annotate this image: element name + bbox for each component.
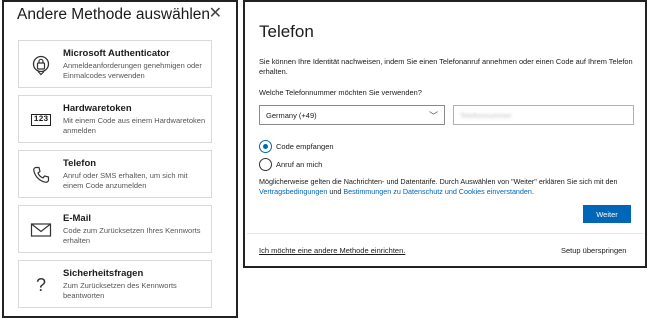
authenticator-lock-icon: [27, 51, 55, 79]
radio-button-checked[interactable]: [259, 140, 272, 153]
phone-number-placeholder: Telefonnummer: [460, 111, 512, 120]
footer-divider: [247, 233, 643, 234]
privacy-link[interactable]: Bestimmungen zu Datenschutz und Cookies …: [343, 187, 532, 196]
method-title: Microsoft Authenticator: [63, 48, 170, 59]
method-authenticator[interactable]: Microsoft Authenticator Anmeldeanforderu…: [18, 40, 212, 88]
phone-setup-dialog: Telefon Sie können Ihre Identität nachwe…: [243, 0, 647, 268]
other-method-link[interactable]: Ich möchte eine andere Methode einrichte…: [259, 246, 405, 255]
intro-text: Sie können Ihre Identität nachweisen, in…: [259, 57, 633, 76]
method-description: Zum Zurücksetzen des Kennworts beantwort…: [63, 281, 177, 300]
next-button[interactable]: Weiter: [583, 205, 631, 223]
method-description: Code zum Zurücksetzen Ihres Kennworts er…: [63, 226, 201, 245]
country-code-select[interactable]: Germany (+49) ﹀: [259, 105, 445, 125]
method-description: Anmeldeanforderungen genehmigen oder Ein…: [63, 61, 202, 80]
token-badge: 123: [30, 114, 52, 126]
method-email[interactable]: E-Mail Code zum Zurücksetzen Ihres Kennw…: [18, 205, 212, 253]
skip-setup-link[interactable]: Setup überspringen: [561, 246, 626, 255]
method-title: E-Mail: [63, 213, 91, 224]
question-icon: ?: [35, 274, 46, 295]
radio-label: Anruf an mich: [276, 160, 323, 169]
radio-label: Code empfangen: [276, 142, 334, 151]
terms-link[interactable]: Vertragsbedingungen: [259, 187, 327, 196]
method-title: Sicherheitsfragen: [63, 268, 144, 279]
page-title: Telefon: [259, 22, 314, 41]
method-title: Telefon: [63, 158, 97, 169]
method-hardware-token[interactable]: 123 Hardwaretoken Mit einem Code aus ein…: [18, 95, 212, 143]
hardware-token-icon: 123: [27, 106, 55, 134]
country-code-value: Germany (+49): [266, 111, 317, 120]
dialog-title: Andere Methode auswählen: [17, 6, 211, 23]
disclaimer-part: .: [531, 187, 534, 196]
close-icon[interactable]: ✕: [209, 5, 222, 23]
disclaimer-part: und: [327, 187, 344, 196]
disclaimer-text: Möglicherweise gelten die Nachrichten- u…: [259, 177, 639, 197]
method-description: Anruf oder SMS erhalten, um sich mit ein…: [63, 171, 188, 190]
method-description: Mit einem Code aus einem Hardwaretoken a…: [63, 116, 206, 135]
phone-icon: [27, 161, 55, 189]
mail-icon: [27, 216, 55, 244]
choose-method-dialog: Andere Methode auswählen ✕ Microsoft Aut…: [2, 0, 238, 318]
phone-number-input[interactable]: Telefonnummer: [453, 105, 634, 125]
disclaimer-part: Möglicherweise gelten die Nachrichten- u…: [259, 177, 618, 186]
method-title: Hardwaretoken: [63, 103, 132, 114]
chevron-down-icon: ﹀: [428, 111, 438, 121]
radio-button[interactable]: [259, 158, 272, 171]
phone-question-label: Welche Telefonnummer möchten Sie verwend…: [259, 88, 422, 97]
method-security-questions[interactable]: ? Sicherheitsfragen Zum Zurücksetzen des…: [18, 260, 212, 308]
method-phone[interactable]: Telefon Anruf oder SMS erhalten, um sich…: [18, 150, 212, 198]
